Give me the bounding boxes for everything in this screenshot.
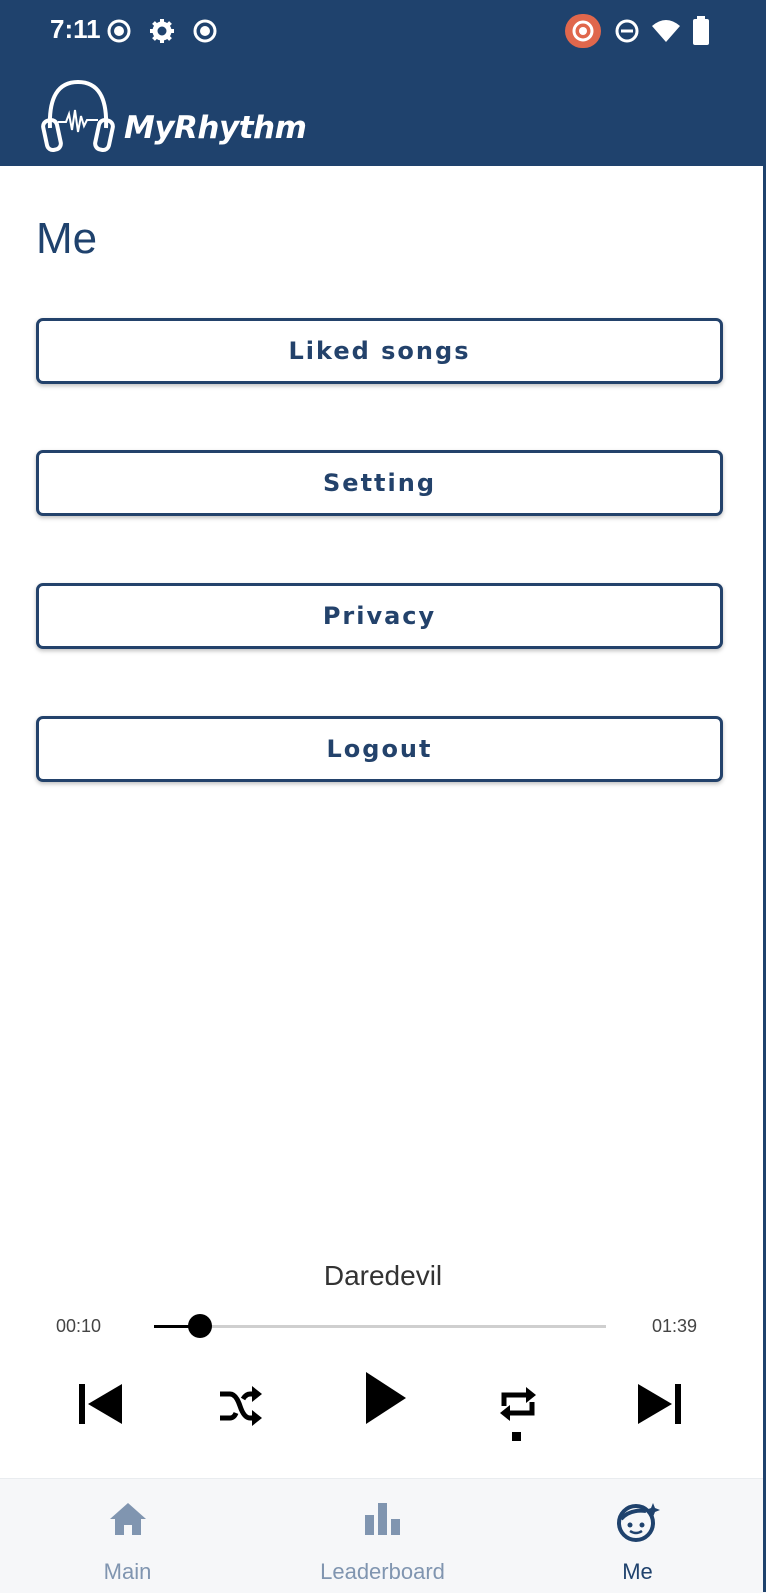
nav-me[interactable]: Me [510,1479,765,1593]
setting-button[interactable]: Setting [36,450,723,516]
seek-bar-thumb[interactable] [187,1314,212,1338]
face-icon [616,1503,660,1542]
shuffle-icon[interactable] [218,1386,262,1426]
seek-bar[interactable] [154,1314,606,1338]
play-icon[interactable] [362,1370,408,1426]
headphones-logo-icon [41,79,115,153]
nav-leaderboard[interactable]: Leaderboard [255,1479,510,1593]
nav-leaderboard-label: Leaderboard [320,1559,445,1584]
nav-main-label: Main [103,1559,152,1584]
wifi-icon [652,20,680,42]
status-bar: 7:11 [0,0,766,66]
elapsed-time: 00:10 [56,1316,102,1336]
total-duration: 01:39 [652,1316,698,1336]
app-header: MyRhythm [0,66,766,166]
logout-button[interactable]: Logout [36,716,723,782]
repeat-icon[interactable] [498,1384,538,1444]
skip-previous-icon[interactable] [76,1380,124,1428]
privacy-button[interactable]: Privacy [36,583,723,649]
skip-next-icon[interactable] [636,1380,684,1428]
track-title: Daredevil [323,1260,443,1291]
liked-songs-button[interactable]: Liked songs [36,318,723,384]
cast-record-icon [565,14,601,48]
bar-chart-icon [364,1503,400,1535]
bottom-navigation: Main Leaderboard Me [0,1478,766,1593]
battery-icon [693,16,709,45]
gear-icon [150,19,174,43]
nav-main[interactable]: Main [0,1479,255,1593]
record-icon [107,19,131,43]
record-icon [193,19,217,43]
page-title: Me [36,214,98,263]
home-icon [109,1503,146,1535]
nav-me-label: Me [622,1559,653,1584]
app-logo-text: MyRhythm [124,110,307,146]
status-time: 7:11 [50,14,101,44]
do-not-disturb-icon [615,19,639,43]
